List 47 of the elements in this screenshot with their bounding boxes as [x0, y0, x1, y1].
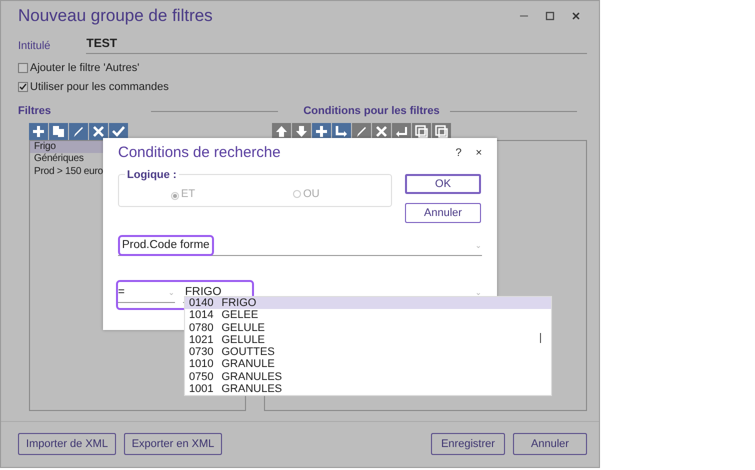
operator-combo[interactable]: = ⌄ — [118, 283, 175, 303]
caret-icon: ⌄ — [475, 240, 482, 252]
dropdown-option[interactable]: 1014 GELEE — [185, 309, 551, 322]
field-label: Intitulé — [18, 38, 50, 54]
dropdown-option[interactable]: 1001 GRANULES — [185, 383, 551, 396]
option-code: 0780 — [189, 322, 214, 334]
option-label: GELULE — [221, 334, 265, 346]
combo-value: FRIGO — [185, 284, 222, 298]
section-heading: Filtres — [18, 104, 52, 119]
option-code: 1010 — [189, 358, 214, 371]
section-heading: Conditions pour les filtres — [303, 104, 440, 119]
close-button[interactable]: × — [476, 144, 482, 162]
caret-icon: ⌄ — [475, 286, 482, 298]
option-label: GRANULES — [221, 370, 282, 384]
caret-icon: ⌄ — [168, 286, 175, 298]
option-label: GELEE — [221, 309, 258, 322]
dropdown-option[interactable]: 0730 GOUTTES — [185, 346, 551, 358]
ok-button[interactable]: OK — [405, 174, 481, 194]
footer-button[interactable]: Exporter en XML — [124, 432, 222, 455]
dropdown-option[interactable]: 1010 GRANULE — [185, 358, 551, 371]
dropdown-option[interactable]: 0780 GELULE — [185, 322, 551, 334]
option-code: 0730 — [189, 346, 214, 358]
option-code: 1021 — [189, 334, 214, 346]
footer-button[interactable]: Importer de XML — [18, 432, 116, 455]
cancel-button[interactable]: Annuler — [405, 203, 481, 223]
checkbox-label: Ajouter le filtre 'Autres' — [30, 61, 140, 76]
option-label: GRANULE — [221, 358, 275, 371]
dropdown-option[interactable]: 1021 GELULE — [185, 334, 551, 346]
option-label: GOUTTES — [221, 346, 275, 358]
footer-button[interactable]: Annuler — [513, 432, 587, 455]
help-button[interactable]: ? — [455, 144, 462, 162]
option-code: 1014 — [189, 309, 214, 322]
checkbox-label: Utiliser pour les commandes — [30, 80, 169, 94]
field-combo[interactable]: Prod.Code forme ⌄ — [118, 236, 482, 256]
window-title: Nouveau groupe de filtres — [18, 6, 214, 26]
dialog-title: Conditions de recherche — [118, 142, 281, 163]
dropdown-option[interactable]: 0750 GRANULES — [185, 370, 551, 384]
title-field[interactable]: TEST — [86, 34, 587, 54]
option-code: 1001 — [189, 383, 214, 396]
group-legend: Logique : — [125, 167, 178, 184]
option-code: 0750 — [189, 370, 214, 384]
option-label: GELULE — [221, 322, 265, 334]
option-label: GRANULES — [221, 383, 282, 396]
footer-button[interactable]: Enregistrer — [431, 432, 505, 455]
combo-value: Prod.Code forme — [118, 234, 214, 256]
combo-value: = — [118, 284, 125, 300]
dropdown-option[interactable]: 0140 FRIGO — [185, 297, 551, 310]
